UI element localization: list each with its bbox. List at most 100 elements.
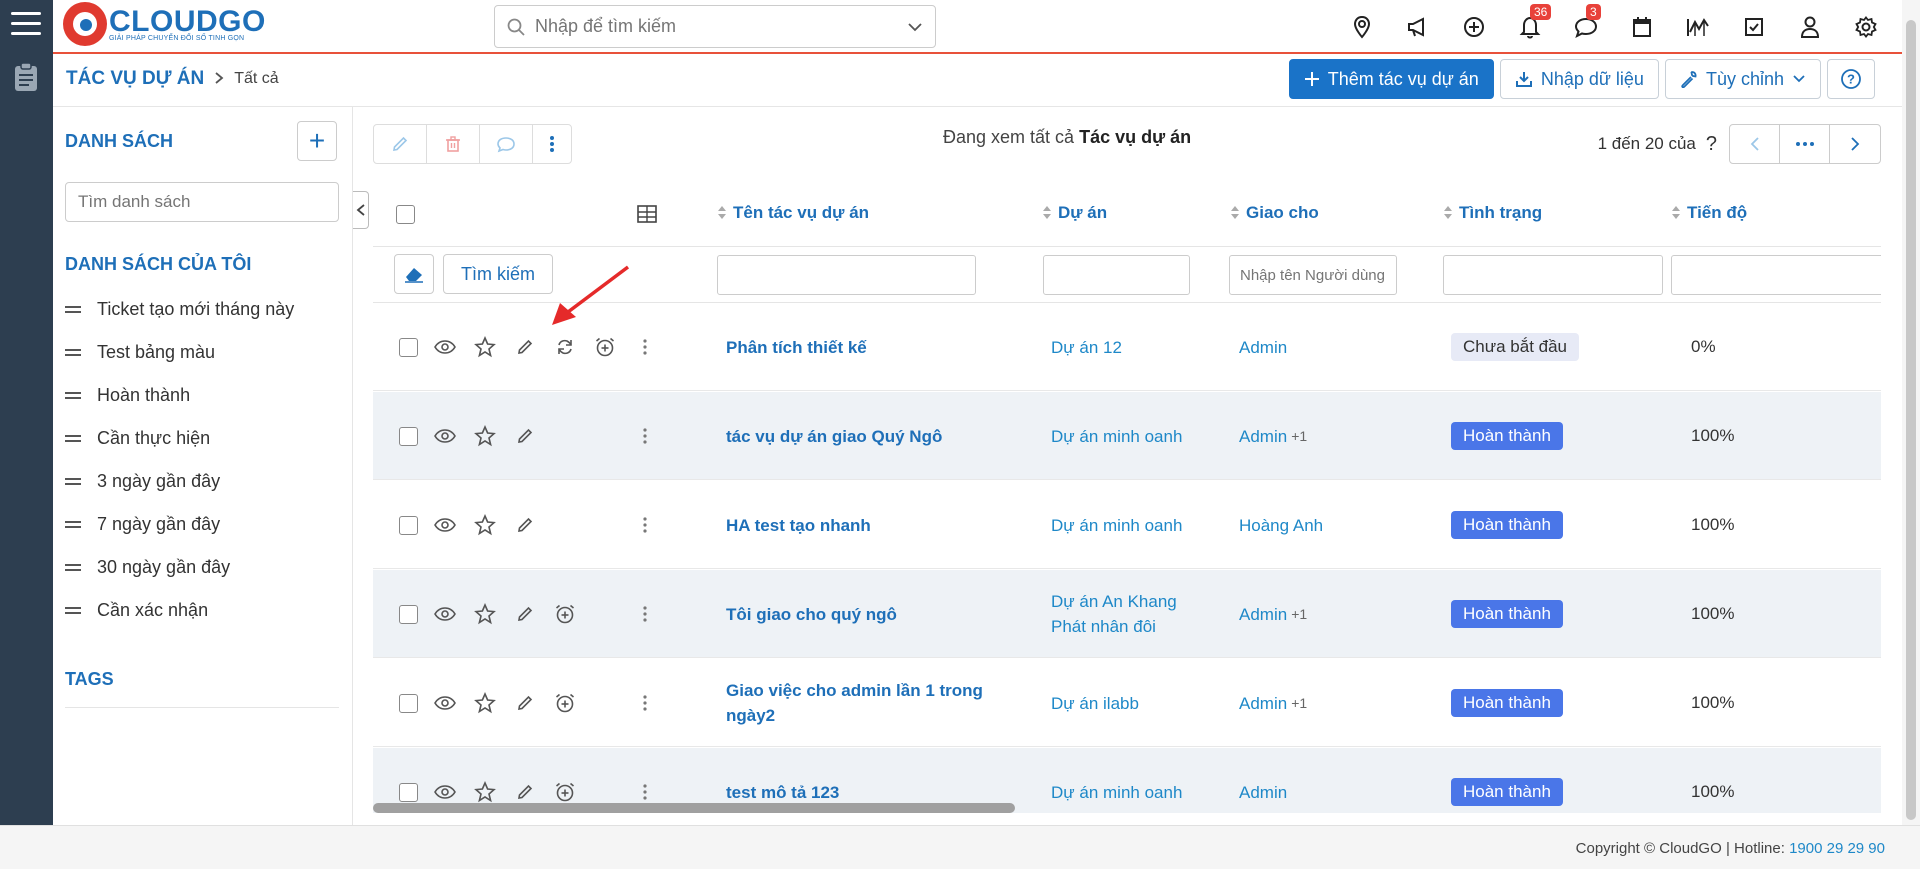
- list-item[interactable]: Cần thực hiện: [65, 417, 294, 460]
- column-project[interactable]: Dự án: [1043, 203, 1107, 223]
- status-filter-input[interactable]: [1443, 255, 1663, 295]
- pencil-icon[interactable]: [505, 779, 545, 805]
- star-icon[interactable]: [465, 423, 505, 449]
- pencil-icon[interactable]: [505, 601, 545, 627]
- list-item[interactable]: 3 ngày gần đây: [65, 460, 294, 503]
- star-icon[interactable]: [465, 601, 505, 627]
- checkbox-icon[interactable]: [1734, 12, 1774, 42]
- chevron-down-icon[interactable]: [907, 19, 923, 35]
- add-task-button[interactable]: Thêm tác vụ dự án: [1288, 59, 1494, 99]
- column-status[interactable]: Tình trạng: [1444, 203, 1542, 223]
- hotline-number[interactable]: 1900 29 29 90: [1789, 840, 1885, 857]
- list-item[interactable]: 7 ngày gần đây: [65, 503, 294, 546]
- cloudgo-logo[interactable]: CLOUDGO GIẢI PHÁP CHUYỂN ĐỔI SỐ TINH GỌN: [63, 2, 266, 46]
- column-layout-icon[interactable]: [637, 205, 657, 228]
- assignee-link[interactable]: Admin: [1239, 780, 1287, 805]
- search-input[interactable]: [535, 16, 875, 37]
- column-progress[interactable]: Tiến độ: [1672, 203, 1747, 223]
- assignee-link[interactable]: Admin: [1239, 691, 1287, 716]
- column-name[interactable]: Tên tác vụ dự án: [718, 203, 869, 223]
- eye-icon[interactable]: [425, 690, 465, 716]
- customize-button[interactable]: Tùy chỉnh: [1664, 59, 1821, 99]
- pencil-icon[interactable]: [505, 423, 545, 449]
- task-name-link[interactable]: test mô tả 123: [726, 780, 986, 805]
- page-options-button[interactable]: [1780, 125, 1830, 163]
- row-checkbox[interactable]: [399, 782, 418, 802]
- project-link[interactable]: Dự án minh oanh: [1051, 513, 1191, 538]
- calendar-icon[interactable]: [1622, 12, 1662, 42]
- add-circle-icon[interactable]: [1454, 12, 1494, 42]
- next-page-button[interactable]: [1830, 125, 1880, 163]
- pencil-icon[interactable]: [505, 512, 545, 538]
- name-filter-input[interactable]: [717, 255, 976, 295]
- row-more-icon[interactable]: [625, 512, 665, 538]
- list-item[interactable]: Ticket tạo mới tháng này: [65, 288, 294, 331]
- megaphone-icon[interactable]: [1398, 12, 1438, 42]
- list-item[interactable]: Test bảng màu: [65, 331, 294, 374]
- hamburger-menu-icon[interactable]: [11, 12, 41, 38]
- user-icon[interactable]: [1790, 12, 1830, 42]
- bulk-comment-button[interactable]: [480, 125, 533, 163]
- chat-icon[interactable]: 3: [1566, 4, 1606, 42]
- row-more-icon[interactable]: [625, 601, 665, 627]
- list-search-input[interactable]: [65, 182, 339, 222]
- scroll-thumb[interactable]: [1906, 20, 1916, 820]
- breadcrumb-module[interactable]: TÁC VỤ DỰ ÁN: [66, 68, 204, 90]
- task-name-link[interactable]: HA test tạo nhanh: [726, 513, 986, 538]
- import-data-button[interactable]: Nhập dữ liệu: [1499, 59, 1659, 99]
- pencil-icon[interactable]: [505, 334, 545, 360]
- filter-search-button[interactable]: Tìm kiếm: [443, 254, 553, 294]
- star-icon[interactable]: [465, 779, 505, 805]
- row-checkbox[interactable]: [399, 515, 418, 535]
- eye-icon[interactable]: [425, 779, 465, 805]
- global-search[interactable]: [494, 5, 936, 48]
- assignee-filter-input[interactable]: [1229, 255, 1397, 295]
- assignee-link[interactable]: Admin: [1239, 602, 1287, 627]
- gear-icon[interactable]: [1846, 12, 1886, 42]
- row-more-icon[interactable]: [625, 423, 665, 449]
- add-list-button[interactable]: +: [297, 121, 337, 161]
- star-icon[interactable]: [465, 512, 505, 538]
- eye-icon[interactable]: [425, 601, 465, 627]
- project-link[interactable]: Dự án 12: [1051, 335, 1191, 360]
- star-icon[interactable]: [465, 334, 505, 360]
- alarm-add-icon[interactable]: [545, 779, 585, 805]
- row-more-icon[interactable]: [625, 779, 665, 805]
- task-name-link[interactable]: Giao việc cho admin lần 1 trong ngày2: [726, 678, 986, 728]
- eye-icon[interactable]: [425, 512, 465, 538]
- row-more-icon[interactable]: [625, 690, 665, 716]
- collapse-sidebar-button[interactable]: [353, 191, 369, 229]
- location-pin-icon[interactable]: [1342, 12, 1382, 42]
- row-checkbox[interactable]: [399, 426, 418, 446]
- task-name-link[interactable]: Tôi giao cho quý ngô: [726, 602, 986, 627]
- select-all-checkbox[interactable]: [396, 205, 415, 224]
- row-more-icon[interactable]: [625, 334, 665, 360]
- table-row[interactable]: Tôi giao cho quý ngô Dự án An Khang Phát…: [373, 570, 1881, 658]
- task-name-link[interactable]: tác vụ dự án giao Quý Ngô: [726, 424, 986, 449]
- task-name-link[interactable]: Phân tích thiết kế: [726, 335, 986, 360]
- eye-icon[interactable]: [425, 334, 465, 360]
- list-item[interactable]: 30 ngày gần đây: [65, 546, 294, 589]
- row-checkbox[interactable]: [399, 337, 418, 357]
- repeat-icon[interactable]: [545, 334, 585, 360]
- prev-page-button[interactable]: [1730, 125, 1780, 163]
- bell-icon[interactable]: 36: [1510, 4, 1552, 42]
- star-icon[interactable]: [465, 690, 505, 716]
- clipboard-icon[interactable]: [14, 62, 38, 92]
- chart-icon[interactable]: [1678, 12, 1718, 42]
- assignee-link[interactable]: Hoàng Anh: [1239, 513, 1323, 538]
- bulk-delete-button[interactable]: [427, 125, 480, 163]
- bulk-edit-button[interactable]: [374, 125, 427, 163]
- column-assignee[interactable]: Giao cho: [1231, 203, 1319, 223]
- list-item[interactable]: Hoàn thành: [65, 374, 294, 417]
- pencil-icon[interactable]: [505, 690, 545, 716]
- assignee-link[interactable]: Admin: [1239, 335, 1287, 360]
- project-filter-input[interactable]: [1043, 255, 1190, 295]
- list-item[interactable]: Cần xác nhận: [65, 589, 294, 632]
- row-checkbox[interactable]: [399, 693, 418, 713]
- vertical-scrollbar[interactable]: [1902, 0, 1920, 825]
- table-row[interactable]: HA test tạo nhanh Dự án minh oanh Hoàng …: [373, 481, 1881, 569]
- alarm-add-icon[interactable]: [585, 334, 625, 360]
- clear-filter-button[interactable]: [394, 254, 434, 294]
- progress-filter-input[interactable]: [1671, 255, 1881, 295]
